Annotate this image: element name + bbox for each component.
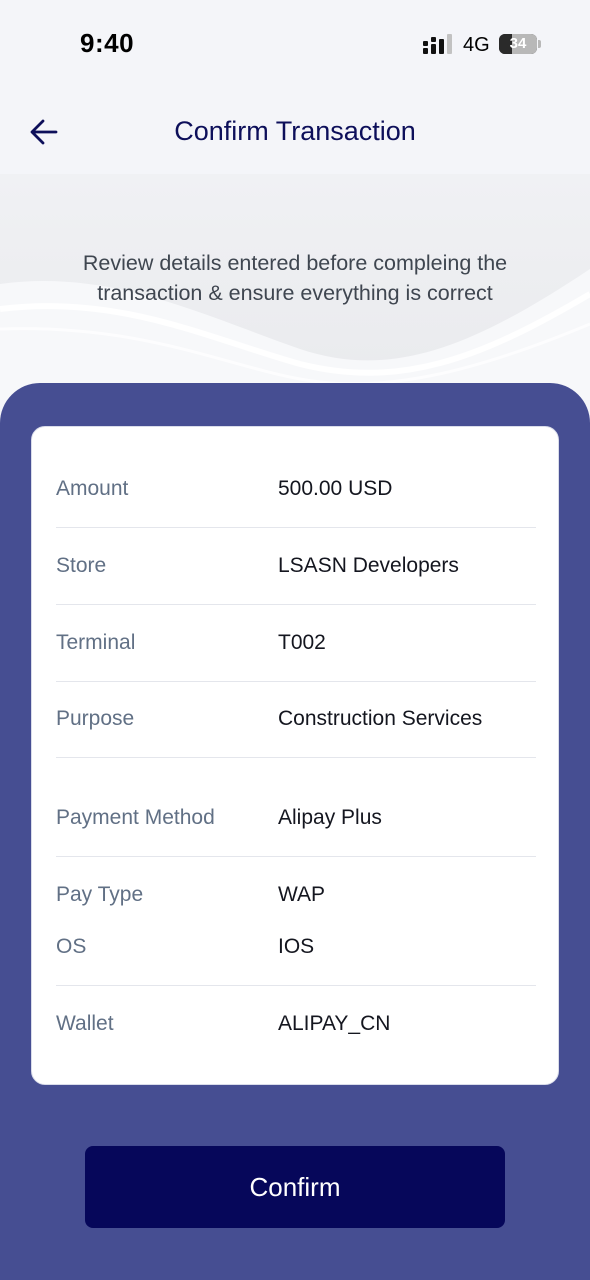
- battery-percentage: 34: [509, 35, 527, 52]
- hero-banner: Review details entered before compleing …: [0, 174, 590, 400]
- status-time: 9:40: [80, 28, 135, 58]
- divider: [56, 757, 536, 758]
- terminal-label: Terminal: [56, 631, 136, 654]
- payment-method-value: Alipay Plus: [278, 806, 382, 829]
- confirm-transaction-screen: 9:40 4G 34 Confirm Transaction Review de…: [0, 0, 590, 1280]
- divider: [56, 985, 536, 986]
- amount-value: 500.00 USD: [278, 477, 393, 500]
- purpose-label: Purpose: [56, 707, 135, 730]
- status-bar: 9:40 4G 34: [0, 0, 590, 88]
- pay-type-value: WAP: [278, 883, 326, 906]
- battery-icon: 34: [499, 34, 537, 54]
- pay-type-label: Pay Type: [56, 883, 144, 906]
- battery-cap: [538, 40, 541, 48]
- network-label: 4G: [463, 34, 490, 56]
- divider: [56, 856, 536, 857]
- transaction-details-card: Amount 500.00 USD Store LSASN Developers…: [31, 426, 559, 1085]
- instructions-text: Review details entered before compleing …: [82, 251, 508, 305]
- payment-method-label: Payment Method: [56, 806, 215, 829]
- details-panel: Amount 500.00 USD Store LSASN Developers…: [0, 383, 590, 1280]
- os-label: OS: [56, 935, 87, 958]
- amount-label: Amount: [56, 477, 129, 500]
- store-label: Store: [56, 554, 107, 577]
- wallet-value: ALIPAY_CN: [278, 1012, 391, 1035]
- store-value: LSASN Developers: [278, 554, 459, 577]
- confirm-button[interactable]: Confirm: [85, 1146, 505, 1228]
- signal-bars-icon: [423, 34, 452, 54]
- page-title: Confirm Transaction: [174, 116, 416, 146]
- divider: [56, 604, 536, 605]
- divider: [56, 527, 536, 528]
- wallet-label: Wallet: [56, 1012, 114, 1035]
- terminal-value: T002: [278, 631, 326, 654]
- purpose-value: Construction Services: [278, 707, 483, 730]
- header: Confirm Transaction: [0, 88, 590, 174]
- os-value: IOS: [278, 935, 315, 958]
- divider: [56, 681, 536, 682]
